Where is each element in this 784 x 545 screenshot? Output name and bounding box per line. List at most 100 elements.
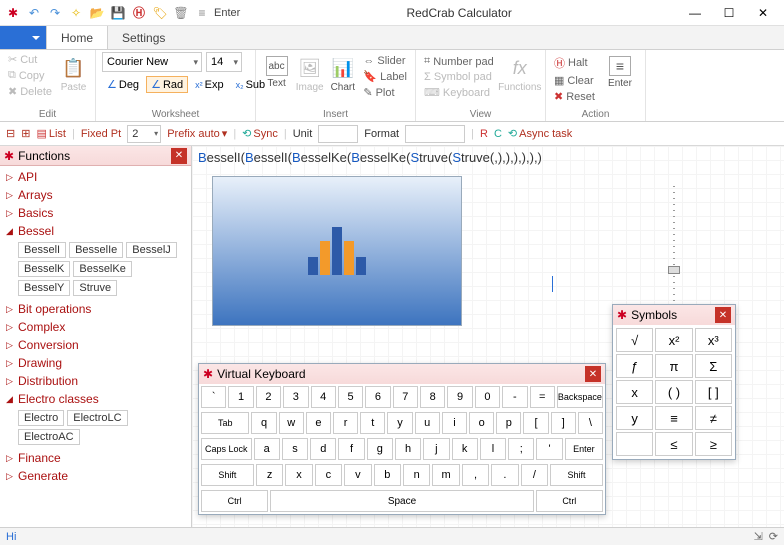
tree-item[interactable]: ▷Distribution	[4, 372, 187, 390]
symbol-cell[interactable]: ( )	[655, 380, 692, 404]
undo-icon[interactable]: ↶	[25, 4, 43, 22]
vk-key[interactable]: v	[344, 464, 371, 486]
opt-unknown2[interactable]: ⊞	[21, 127, 30, 140]
vk-key[interactable]: x	[285, 464, 312, 486]
tree-item[interactable]: ▷API	[4, 168, 187, 186]
label-button[interactable]: 🔖Label	[361, 69, 409, 84]
symbol-cell[interactable]: ≤	[655, 432, 692, 456]
vk-key[interactable]: w	[279, 412, 304, 434]
symbol-cell[interactable]: x²	[655, 328, 692, 352]
new-icon[interactable]: ✧	[67, 4, 85, 22]
prefix-button[interactable]: Prefix auto ▾	[167, 127, 227, 140]
vk-key[interactable]: '	[536, 438, 562, 460]
image-button[interactable]: 🖼Image	[295, 52, 324, 93]
symbol-cell[interactable]: y	[616, 406, 653, 430]
vk-key[interactable]: a	[254, 438, 280, 460]
vk-key[interactable]: \	[578, 412, 603, 434]
vk-key[interactable]: ]	[551, 412, 576, 434]
vk-key[interactable]: l	[480, 438, 506, 460]
symbol-cell[interactable]: [ ]	[695, 380, 732, 404]
symbol-cell[interactable]: x	[616, 380, 653, 404]
opt-c[interactable]: C	[494, 128, 502, 140]
keyboard-button[interactable]: ⌨Keyboard	[422, 85, 496, 100]
function-leaf[interactable]: BesselKe	[73, 261, 131, 277]
vk-key[interactable]: `	[201, 386, 226, 408]
vk-key[interactable]: Ctrl	[201, 490, 268, 512]
vk-key[interactable]: u	[415, 412, 440, 434]
vk-key[interactable]: t	[360, 412, 385, 434]
exp-button[interactable]: x²Exp	[190, 76, 228, 93]
format-field[interactable]	[405, 125, 465, 143]
symbol-cell[interactable]: Σ	[695, 354, 732, 378]
fixed-select[interactable]: 2	[127, 125, 161, 143]
vk-key[interactable]: c	[315, 464, 342, 486]
vk-key[interactable]: h	[395, 438, 421, 460]
tree-item[interactable]: ▷Finance	[4, 449, 187, 467]
function-leaf[interactable]: ElectroLC	[67, 410, 127, 426]
halt-button[interactable]: ⒽHalt	[552, 54, 597, 72]
vk-header[interactable]: ✱ Virtual Keyboard ✕	[199, 364, 605, 384]
vk-key[interactable]: ;	[508, 438, 534, 460]
deg-button[interactable]: ∠Deg	[102, 76, 144, 93]
function-leaf[interactable]: BesselIe	[69, 242, 123, 258]
symbols-window[interactable]: ✱ Symbols ✕ √x²x³ƒπΣx( )[ ]y≡≠≤≥	[612, 304, 736, 460]
functions-button[interactable]: fxFunctions	[500, 52, 540, 93]
vk-key[interactable]: Ctrl	[536, 490, 603, 512]
function-leaf[interactable]: ElectroAC	[18, 429, 80, 445]
unit-field[interactable]	[318, 125, 358, 143]
symbol-cell[interactable]: π	[655, 354, 692, 378]
tree-item[interactable]: ▷Generate	[4, 467, 187, 485]
status-icon-1[interactable]: ⇲	[754, 530, 763, 543]
vk-key[interactable]: z	[256, 464, 283, 486]
vk-key[interactable]: f	[338, 438, 364, 460]
vk-key[interactable]: s	[282, 438, 308, 460]
numberpad-button[interactable]: ⌗Number pad	[422, 54, 496, 69]
function-leaf[interactable]: BesselK	[18, 261, 70, 277]
list-button[interactable]: ▤List	[36, 127, 66, 140]
function-leaf[interactable]: BesselI	[18, 242, 66, 258]
vk-key[interactable]: d	[310, 438, 336, 460]
symbol-cell[interactable]: ≠	[695, 406, 732, 430]
trash-icon[interactable]: 🗑	[172, 4, 190, 22]
minimize-button[interactable]: —	[678, 3, 712, 23]
symbols-header[interactable]: ✱ Symbols ✕	[613, 305, 735, 325]
symbol-cell[interactable]: ≡	[655, 406, 692, 430]
vk-key[interactable]: 1	[228, 386, 253, 408]
tree-item[interactable]: ◢Electro classes	[4, 390, 187, 408]
vk-key[interactable]: 3	[283, 386, 308, 408]
vk-close-button[interactable]: ✕	[585, 366, 601, 382]
function-leaf[interactable]: BesselY	[18, 280, 70, 296]
vk-key[interactable]: 0	[475, 386, 500, 408]
app-icon[interactable]: ✱	[4, 4, 22, 22]
vk-key[interactable]: -	[502, 386, 527, 408]
copy-button[interactable]: ⧉Copy	[6, 68, 54, 83]
vk-key[interactable]: i	[442, 412, 467, 434]
tag-icon[interactable]: 🏷	[151, 4, 169, 22]
fontsize-select[interactable]: 14	[206, 52, 242, 72]
symbol-cell[interactable]: ≥	[695, 432, 732, 456]
save-icon[interactable]: 💾	[109, 4, 127, 22]
vk-key[interactable]: 5	[338, 386, 363, 408]
vk-key[interactable]: 7	[393, 386, 418, 408]
vk-key[interactable]: o	[469, 412, 494, 434]
symbol-cell[interactable]: x³	[695, 328, 732, 352]
vk-key[interactable]: 2	[256, 386, 281, 408]
vk-key[interactable]: Shift	[201, 464, 254, 486]
vk-key[interactable]: b	[374, 464, 401, 486]
sidebar-close-button[interactable]: ✕	[171, 148, 187, 164]
open-icon[interactable]: 📂	[88, 4, 106, 22]
vk-key[interactable]: g	[367, 438, 393, 460]
vk-key[interactable]: k	[452, 438, 478, 460]
tree-item[interactable]: ▷Basics	[4, 204, 187, 222]
opt-r[interactable]: R	[480, 128, 488, 140]
vk-key[interactable]: Tab	[201, 412, 249, 434]
async-button[interactable]: ⟲Async task	[508, 127, 572, 140]
slider-button[interactable]: ⇔Slider	[361, 54, 409, 68]
reset-button[interactable]: ✖Reset	[552, 89, 597, 104]
virtual-keyboard-window[interactable]: ✱ Virtual Keyboard ✕ `1234567890-=Backsp…	[198, 363, 606, 515]
cut-button[interactable]: ✂Cut	[6, 52, 54, 67]
vk-key[interactable]: Enter	[565, 438, 603, 460]
vk-key[interactable]: r	[333, 412, 358, 434]
text-button[interactable]: abcText	[262, 52, 291, 89]
font-select[interactable]: Courier New	[102, 52, 202, 72]
